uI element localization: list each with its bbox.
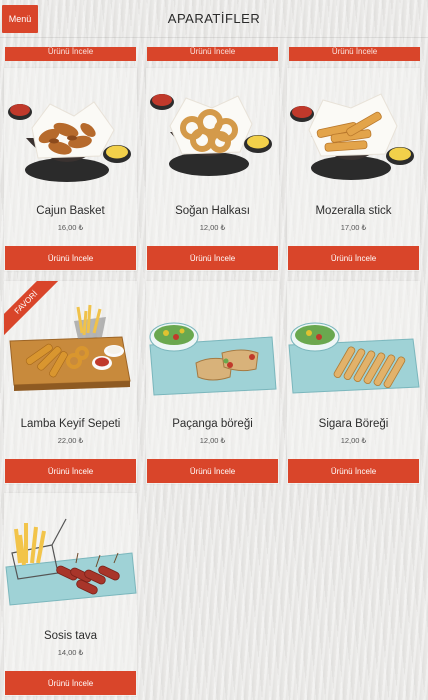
header-bar: Menü APARATİFLER	[0, 0, 428, 38]
product-card-lamba-keyif-sepeti[interactable]: FAVORİ Lamba Keyif Sepeti 22,00 ₺ Ürünü …	[4, 281, 137, 484]
view-product-button[interactable]: Ürünü İncele	[5, 459, 136, 483]
product-card-sogan-halkasi[interactable]: Soğan Halkası 12,00 ₺ Ürünü İncele	[146, 68, 279, 271]
favorite-badge: FAVORİ	[4, 281, 58, 335]
view-product-button[interactable]: Ürünü İncele	[5, 671, 136, 695]
product-image[interactable]	[287, 68, 420, 193]
page-title: APARATİFLER	[167, 11, 261, 26]
view-product-button[interactable]: Ürünü İncele	[147, 246, 278, 270]
view-product-button[interactable]: Ürünü İncele	[288, 459, 419, 483]
product-image[interactable]: FAVORİ	[4, 281, 137, 406]
previous-row-product-button[interactable]: Ürünü İncele	[289, 47, 420, 61]
product-card-sigara-boregi[interactable]: Sigara Böreği 12,00 ₺ Ürünü İncele	[287, 281, 420, 484]
product-name: Sosis tava	[43, 630, 98, 642]
product-image[interactable]	[146, 281, 279, 406]
product-card-cajun-basket[interactable]: Cajun Basket 16,00 ₺ Ürünü İncele	[4, 68, 137, 271]
product-name: Sigara Böreği	[318, 418, 389, 430]
product-name: Lamba Keyif Sepeti	[20, 418, 121, 430]
product-name: Paçanga böreği	[172, 418, 253, 430]
product-price: 12,00 ₺	[340, 436, 367, 445]
header-divider	[0, 37, 428, 38]
previous-row-product-button[interactable]: Ürünü İncele	[5, 47, 136, 61]
product-name: Soğan Halkası	[175, 205, 250, 217]
view-product-button[interactable]: Ürünü İncele	[288, 246, 419, 270]
product-card-sosis-tava[interactable]: Sosis tava 14,00 ₺ Ürünü İncele	[4, 493, 137, 696]
view-product-button[interactable]: Ürünü İncele	[5, 246, 136, 270]
product-name: Cajun Basket	[36, 205, 105, 217]
view-product-button[interactable]: Ürünü İncele	[147, 459, 278, 483]
previous-row-product-button[interactable]: Ürünü İncele	[147, 47, 278, 61]
product-price: 16,00 ₺	[57, 223, 84, 232]
product-price: 14,00 ₺	[57, 648, 84, 657]
product-image[interactable]	[4, 68, 137, 193]
product-name: Mozeralla stick	[315, 205, 392, 217]
product-price: 22,00 ₺	[57, 436, 84, 445]
product-card-mozeralla-stick[interactable]: Mozeralla stick 17,00 ₺ Ürünü İncele	[287, 68, 420, 271]
product-image[interactable]	[146, 68, 279, 193]
product-price: 12,00 ₺	[199, 436, 226, 445]
product-image[interactable]	[4, 493, 137, 618]
product-card-pacanga-boregi[interactable]: Paçanga böreği 12,00 ₺ Ürünü İncele	[146, 281, 279, 484]
product-price: 17,00 ₺	[340, 223, 367, 232]
product-image[interactable]	[287, 281, 420, 406]
product-price: 12,00 ₺	[199, 223, 226, 232]
